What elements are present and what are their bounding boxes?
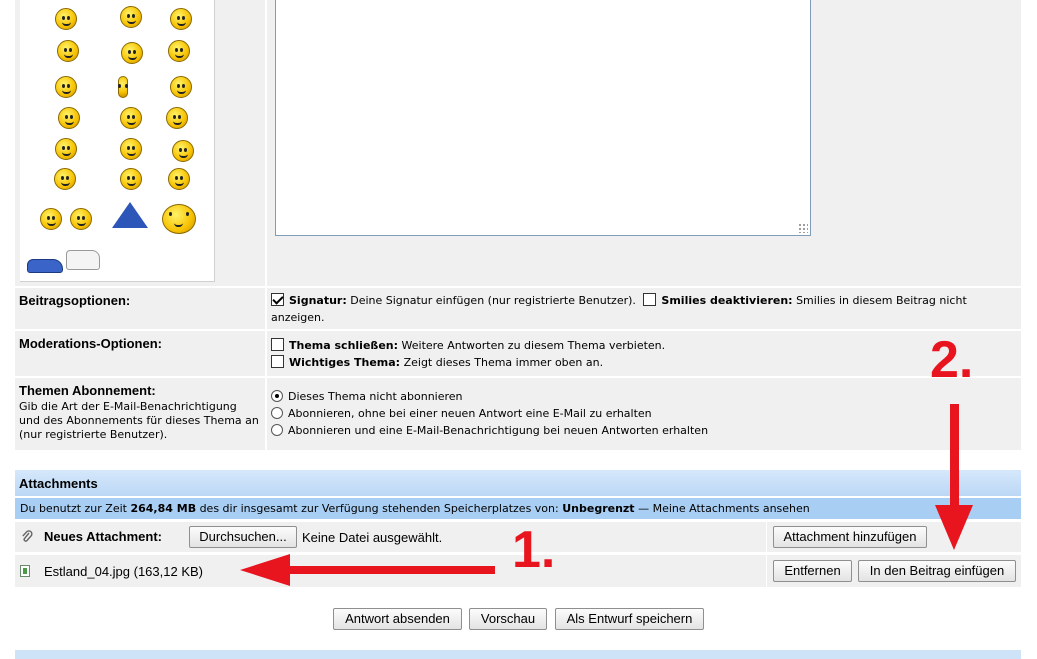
smilie-icon[interactable] [120, 107, 142, 129]
close-thread-title: Thema schließen: [289, 339, 399, 352]
girl-smilie-icon[interactable] [120, 138, 142, 160]
attachments-total: Unbegrenzt [562, 502, 635, 515]
add-attachment-button[interactable]: Attachment hinzufügen [773, 526, 927, 548]
important-thread-checkbox[interactable] [271, 355, 284, 368]
car-icon[interactable] [27, 259, 63, 273]
subscription-label: Themen Abonnement: [19, 383, 156, 398]
subscription-choice-label: Dieses Thema nicht abonnieren [288, 390, 463, 403]
no-file-text: Keine Datei ausgewählt. [302, 530, 443, 545]
insert-attachment-button[interactable]: In den Beitrag einfügen [858, 560, 1016, 582]
moderation-cell: Thema schließen: Weitere Antworten zu di… [267, 331, 1021, 376]
attachments-info: Du benutzt zur Zeit 264,84 MB des dir in… [15, 498, 1021, 519]
save-draft-button[interactable]: Als Entwurf speichern [555, 608, 704, 630]
attachments-info-prefix: Du benutzt zur Zeit [20, 502, 127, 515]
signature-checkbox[interactable] [271, 293, 284, 306]
laughing-smilie-icon[interactable] [120, 6, 142, 28]
next-section-header [15, 650, 1021, 659]
exclamation-smilie-icon[interactable] [118, 76, 128, 98]
annotation-arrow-1-head-icon [240, 554, 290, 586]
campfire-group-icon[interactable] [40, 208, 62, 230]
browse-button[interactable]: Durchsuchen... [189, 526, 297, 548]
drinking-smilie-icon[interactable] [58, 107, 80, 129]
remove-attachment-button[interactable]: Entfernen [773, 560, 852, 582]
smilie-icon[interactable] [170, 76, 192, 98]
moderation-label: Moderations-Optionen: [19, 336, 162, 351]
subscription-radio-no-email[interactable] [271, 407, 283, 419]
disable-smilies-title: Smilies deaktivieren: [661, 294, 793, 307]
new-attachment-label: Neues Attachment: [44, 529, 162, 544]
smilie-panel [20, 0, 215, 282]
important-thread-text: Zeigt dieses Thema immer oben an. [403, 356, 604, 369]
moderation-label-cell: Moderations-Optionen: [15, 331, 265, 376]
subscription-radio-email[interactable] [271, 424, 283, 436]
tent-icon[interactable] [112, 202, 148, 228]
annotation-step-1: 1. [512, 521, 556, 579]
attachments-header: Attachments [15, 470, 1021, 496]
post-options-label-cell: Beitragsoptionen: [15, 288, 265, 329]
resize-handle-icon[interactable] [798, 223, 808, 233]
close-thread-text: Weitere Antworten zu diesem Thema verbie… [401, 339, 666, 352]
backpack-smilie-icon[interactable] [162, 204, 196, 234]
post-options-label: Beitragsoptionen: [19, 293, 131, 308]
smilie-icon[interactable] [70, 208, 92, 230]
disable-smilies-text-cont: anzeigen. [271, 311, 325, 324]
grinning-smilie-icon[interactable] [55, 138, 77, 160]
submit-reply-button[interactable]: Antwort absenden [333, 608, 462, 630]
smilie-icon[interactable] [172, 140, 194, 162]
disable-smilies-text: Smilies in diesem Beitrag nicht [796, 294, 967, 307]
signature-title: Signatur: [289, 294, 347, 307]
music-smilie-icon[interactable] [166, 107, 188, 129]
subscription-cell: Dieses Thema nicht abonnieren Abonnieren… [267, 378, 1021, 450]
subscription-label-cell: Themen Abonnement: Gib die Art der E-Mai… [15, 378, 265, 450]
smilie-icon[interactable] [55, 76, 77, 98]
attachment-file-name[interactable]: Estland_04.jpg (163,12 KB) [44, 564, 203, 579]
signature-text: Deine Signatur einfügen (nur registriert… [350, 294, 636, 307]
subscription-choice-label: Abonnieren, ohne bei einer neuen Antwort… [288, 407, 652, 420]
annotation-arrow-2-shaft [950, 404, 959, 509]
annotation-arrow-1-shaft [285, 566, 495, 574]
subscription-description: Gib die Art der E-Mail-Benachrichtigung … [19, 400, 259, 441]
attachments-used: 264,84 MB [130, 502, 197, 515]
subscription-choice-label: Abonnieren und eine E-Mail-Benachrichtig… [288, 424, 709, 437]
message-textarea[interactable] [275, 0, 811, 236]
sleeping-smilie-icon[interactable] [121, 42, 143, 64]
image-file-icon [20, 565, 30, 577]
disable-smilies-checkbox[interactable] [643, 293, 657, 306]
smilie-icon[interactable] [120, 168, 142, 190]
paperclip-icon [22, 530, 33, 542]
smilie-icon[interactable] [55, 8, 77, 30]
smilie-icon[interactable] [170, 8, 192, 30]
pirate-smilie-icon[interactable] [57, 40, 79, 62]
annotation-arrow-2-head-icon [935, 505, 973, 550]
column-divider [766, 555, 767, 587]
column-divider [766, 522, 767, 552]
caravan-icon[interactable] [66, 250, 100, 270]
important-thread-title: Wichtiges Thema: [289, 356, 401, 369]
campfire-smilie-icon[interactable] [168, 168, 190, 190]
my-attachments-link[interactable]: — Meine Attachments ansehen [638, 502, 810, 515]
subscription-radio-none[interactable] [271, 390, 283, 402]
post-options-cell: Signatur: Deine Signatur einfügen (nur r… [267, 288, 1021, 329]
girl-smilie-icon[interactable] [54, 168, 76, 190]
close-thread-checkbox[interactable] [271, 338, 284, 351]
annotation-step-2: 2. [930, 331, 974, 389]
smilie-group-icon[interactable] [168, 40, 190, 62]
preview-button[interactable]: Vorschau [469, 608, 547, 630]
attachments-info-middle: des dir insgesamt zur Verfügung stehende… [199, 502, 559, 515]
